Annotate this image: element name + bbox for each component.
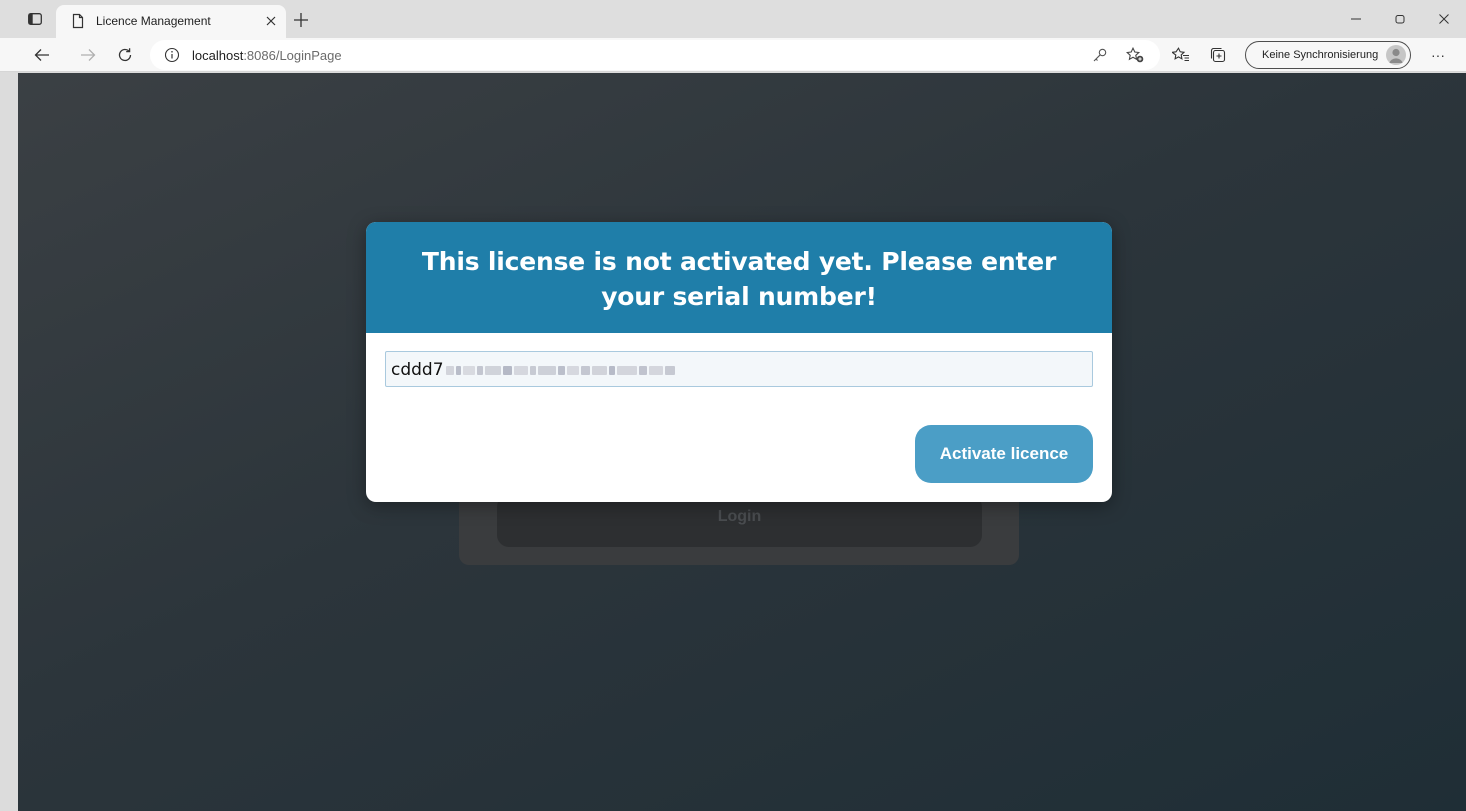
login-button[interactable]: Login [497,495,982,547]
page-icon [70,13,86,29]
minimize-icon[interactable] [1334,0,1378,38]
key-icon[interactable] [1090,45,1110,65]
dialog-title: This license is not activated yet. Pleas… [421,247,1057,311]
login-button-label: Login [717,508,762,525]
add-favorite-icon[interactable] [1125,45,1145,65]
profile-button[interactable]: Keine Synchronisierung [1245,41,1411,69]
activation-dialog: This license is not activated yet. Pleas… [366,222,1112,502]
address-bar[interactable]: localhost:8086/LoginPage [150,40,1160,70]
new-tab-icon[interactable] [290,9,312,31]
url-host: localhost [192,48,244,63]
serial-number-value: cddd7 [391,360,444,380]
tab-actions-icon[interactable] [24,8,46,30]
tab-strip: Licence Management [0,0,1466,38]
more-menu-button[interactable]: ··· [1426,44,1450,66]
activate-licence-label: Activate licence [939,444,1069,463]
redacted-serial-mask [446,362,736,378]
close-window-icon[interactable] [1422,0,1466,38]
url-path: :8086/LoginPage [243,48,342,63]
restore-icon[interactable] [1378,0,1422,38]
page-viewport: Login This license is not activated yet.… [18,73,1466,811]
forward-arrow-icon[interactable] [77,44,99,66]
info-icon[interactable] [164,47,180,63]
activate-licence-button[interactable]: Activate licence [915,425,1093,483]
avatar [1386,45,1406,65]
favorites-icon[interactable] [1170,44,1192,66]
close-tab-icon[interactable] [261,11,281,31]
serial-number-input[interactable]: cddd7 [385,351,1093,387]
refresh-icon[interactable] [114,44,136,66]
url-text[interactable]: localhost:8086/LoginPage [192,48,342,63]
collections-icon[interactable] [1207,44,1229,66]
back-arrow-icon[interactable] [31,44,53,66]
dialog-header: This license is not activated yet. Pleas… [366,222,1112,333]
tab-title: Licence Management [96,14,211,28]
browser-toolbar: localhost:8086/LoginPage Keine Synchroni… [0,38,1466,72]
active-tab[interactable]: Licence Management [56,5,286,38]
window-controls [1334,0,1466,38]
profile-label: Keine Synchronisierung [1262,49,1379,61]
